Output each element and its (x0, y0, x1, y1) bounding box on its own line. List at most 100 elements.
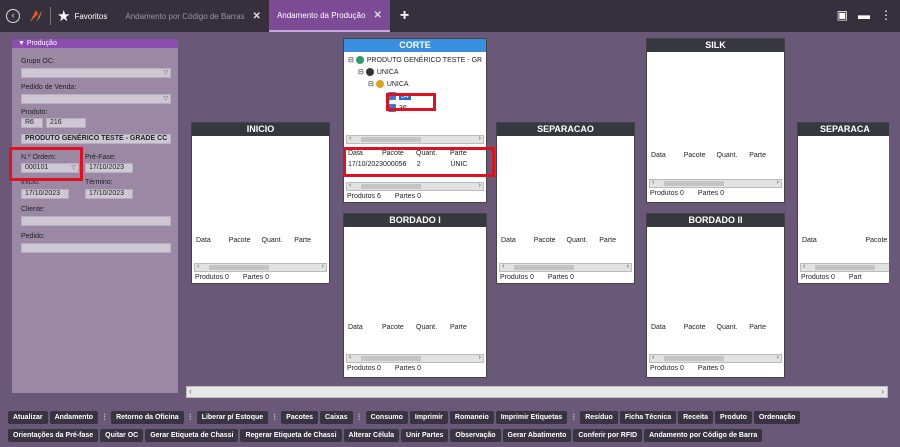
termino-field[interactable]: 17/10/2023 (85, 189, 133, 199)
produto-button[interactable]: Produto (715, 411, 752, 424)
grupo-oc-select[interactable]: ▽ (21, 68, 171, 78)
horizontal-scrollbar[interactable]: ‹ › (346, 135, 484, 144)
pacotes-button[interactable]: Pacotes (281, 411, 319, 424)
favorites-label: Favoritos (74, 11, 108, 21)
atualizar-button[interactable]: Atualizar (8, 411, 48, 424)
alterar-celula-button[interactable]: Alterar Célula (343, 429, 400, 442)
column-headers: Data Pacote Quant. Parte (651, 324, 766, 331)
board-horizontal-scrollbar[interactable]: ‹ › (186, 386, 888, 398)
horizontal-scrollbar[interactable]: ‹ › (649, 179, 782, 188)
horizontal-scrollbar[interactable]: ‹ (800, 263, 889, 272)
stage-card-separacao[interactable]: SEPARACAO Data Pacote Quant. Parte ‹ › Produ… (496, 122, 635, 284)
stage-card-silk[interactable]: SILK Data Pacote Quant. Parte ‹ › Produtos 0… (646, 38, 785, 203)
liberar-estoque-button[interactable]: Liberar p/ Estoque (196, 411, 269, 424)
chevron-right-icon[interactable]: › (881, 387, 884, 397)
pedido-label: Pedido: (21, 233, 45, 240)
stage-card-bordado-i[interactable]: BORDADO I Data Pacote Quant. Parte ‹ › Produ… (343, 213, 487, 378)
pedido-field[interactable] (21, 243, 171, 253)
column-headers: Data Pacote Quant. Parte (501, 237, 616, 244)
col-pacote: Pacote (228, 237, 251, 244)
stage-title: CORTE (344, 39, 486, 52)
action-toolbar-row-1: Atualizar Andamento ⋮ Retorno da Oficina… (8, 411, 801, 424)
favorites-button[interactable]: ★ Favoritos (57, 7, 107, 25)
filter-panel: ▼ Produção Grupo OC: ▽ Pedido de Venda: … (12, 39, 178, 393)
caixas-button[interactable]: Caixas (320, 411, 353, 424)
termino-label: Término: (85, 179, 113, 186)
stage-title: INICIO (192, 123, 329, 136)
cliente-field[interactable] (21, 216, 171, 226)
horizontal-scrollbar[interactable]: ‹ › (346, 182, 484, 191)
romaneio-button[interactable]: Romaneio (449, 411, 494, 424)
app-logo-icon (30, 10, 42, 22)
column-headers: Data Pacote Quant. Parte (196, 237, 327, 247)
tab-label: Andamento por Código de Barras (125, 11, 245, 21)
close-icon[interactable]: ✕ (253, 11, 261, 22)
chevron-left-icon[interactable]: ‹ (189, 387, 192, 397)
tab-barcode-progress[interactable]: Andamento por Código de Barras ✕ (117, 0, 269, 32)
observacao-button[interactable]: Observação (450, 429, 501, 442)
stage-title: BORDADO II (647, 214, 784, 227)
produto-name-select[interactable]: PRODUTO GENÉRICO TESTE - GRADE CC (21, 134, 171, 144)
imprimir-button[interactable]: Imprimir (409, 411, 448, 424)
imprimir-etiquetas-button[interactable]: Imprimir Etiquetas (495, 411, 568, 424)
receita-button[interactable]: Receita (678, 411, 714, 424)
horizontal-scrollbar[interactable]: ‹ › (649, 354, 782, 363)
stage-footer: Produtos 0 Part (801, 274, 862, 281)
back-icon[interactable]: ‹ (6, 9, 20, 23)
ficha-tecnica-button[interactable]: Ficha Técnica (619, 411, 677, 424)
chevron-down-icon: ▽ (163, 96, 168, 102)
more-menu-icon[interactable]: ⋮ (880, 8, 892, 22)
conferir-rfid-button[interactable]: Conferir por RFID (573, 429, 643, 442)
ordenacao-button[interactable]: Ordenação (753, 411, 801, 424)
residuo-button[interactable]: Resíduo (580, 411, 618, 424)
regerar-etiqueta-chassi-button[interactable]: Regerar Etiqueta de Chassi (240, 429, 342, 442)
prefase-field[interactable]: 17/10/2023 (85, 163, 133, 173)
horizontal-scrollbar[interactable]: ‹ › (499, 263, 632, 272)
horizontal-scrollbar[interactable]: ‹ › (346, 354, 484, 363)
retorno-oficina-button[interactable]: Retorno da Oficina (111, 411, 184, 424)
stage-title: SILK (647, 39, 784, 52)
tree-node[interactable]: ⊟ UNICA (348, 79, 482, 91)
separator-icon: ⋮ (355, 414, 363, 421)
highlight-box (386, 93, 436, 111)
produto-label: Produto: (21, 109, 48, 116)
separator-icon: ⋮ (271, 414, 279, 421)
highlight-box (343, 147, 495, 177)
star-icon: ★ (57, 8, 71, 25)
andamento-button[interactable]: Andamento (49, 411, 99, 424)
col-data: Data (196, 237, 211, 244)
produto-code-field[interactable]: 216 (46, 118, 86, 128)
pedido-venda-label: Pedido de Venda: (21, 84, 77, 91)
orientacoes-prefase-button[interactable]: Orientações da Pré-fase (8, 429, 99, 442)
section-header[interactable]: ▼ Produção (12, 39, 178, 48)
top-bar: ‹ ★ Favoritos Andamento por Código de Ba… (0, 0, 900, 32)
unir-partes-button[interactable]: Unir Partes (401, 429, 449, 442)
chat-icon[interactable]: ▬ (858, 8, 870, 22)
pedido-venda-select[interactable]: ▽ (21, 94, 171, 104)
gerar-abatimento-button[interactable]: Gerar Abatimento (502, 429, 572, 442)
column-headers: Data Pacote Quant. Parte (348, 324, 467, 331)
stage-card-corte[interactable]: CORTE ⊟ PRODUTO GENÉRICO TESTE - GR ⊟ UN… (343, 38, 487, 203)
divider (50, 7, 51, 25)
close-icon[interactable]: ✕ (373, 10, 381, 21)
tree-node[interactable]: ⊟ UNICA (348, 67, 482, 79)
stage-card-inicio[interactable]: INICIO Data Pacote Quant. Parte ‹ › Produtos… (191, 122, 330, 284)
stage-card-bordado-ii[interactable]: BORDADO II Data Pacote Quant. Parte ‹ › Prod… (646, 213, 785, 378)
top-right-tools: ▣ ▬ ⋮ (837, 8, 892, 22)
col-quant: Quant. (261, 237, 283, 244)
stage-card-separacao-2[interactable]: SEPARACA Data Pacote ‹ Produtos 0 Part (797, 122, 889, 284)
inicio-field[interactable]: 17/10/2023 (21, 189, 69, 199)
produto-prefix-select[interactable]: R6 (21, 118, 43, 128)
grupo-oc-label: Grupo OC: (21, 58, 55, 65)
action-toolbar-row-2: Orientações da Pré-fase Quitar OC Gerar … (8, 429, 763, 442)
consumo-button[interactable]: Consumo (365, 411, 408, 424)
andamento-codigo-barra-button[interactable]: Andamento por Código de Barra (644, 429, 763, 442)
cliente-label: Cliente: (21, 206, 45, 213)
tree-node[interactable]: ⊟ PRODUTO GENÉRICO TESTE - GR (348, 55, 482, 67)
horizontal-scrollbar[interactable]: ‹ › (194, 263, 327, 272)
clipboard-icon[interactable]: ▣ (837, 8, 848, 22)
gerar-etiqueta-chassi-button[interactable]: Gerar Etiqueta de Chassi (145, 429, 239, 442)
quitar-oc-button[interactable]: Quitar OC (100, 429, 144, 442)
tab-production-progress[interactable]: Andamento da Produção ✕ (268, 0, 390, 32)
add-tab-icon[interactable]: + (400, 7, 409, 25)
